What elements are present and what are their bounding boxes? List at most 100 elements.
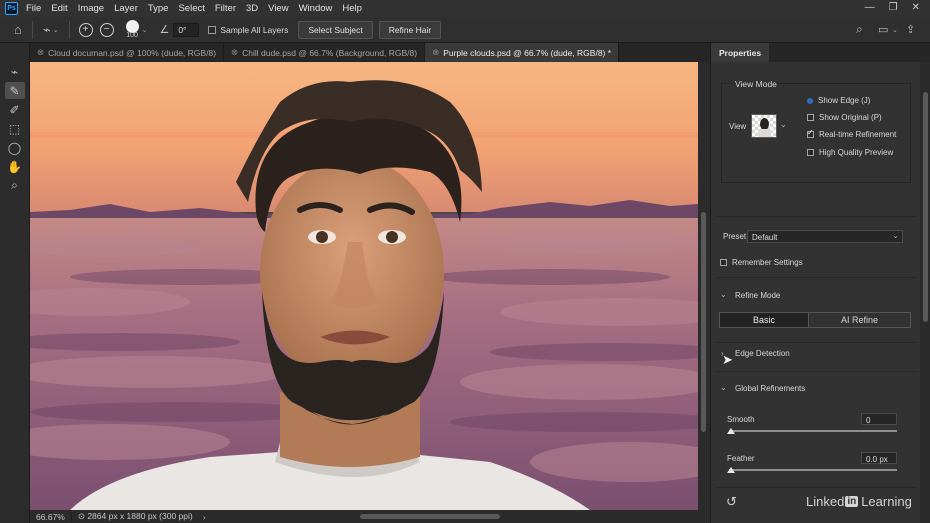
subtract-from-selection-icon[interactable]: − xyxy=(99,22,114,37)
chevron-down-icon[interactable]: ⌄ xyxy=(892,26,898,34)
menu-file[interactable]: File xyxy=(26,3,41,14)
properties-tab-row: Properties xyxy=(711,43,930,62)
properties-panel: Properties View Mode View ⌄ Show Edge (J… xyxy=(710,43,930,523)
hq-preview-option[interactable]: High Quality Preview xyxy=(807,148,893,157)
tab-properties[interactable]: Properties xyxy=(711,43,770,62)
select-subject-button[interactable]: Select Subject xyxy=(298,20,373,39)
watermark-text-linked: Linked xyxy=(806,494,845,509)
divider xyxy=(717,277,917,278)
smooth-input[interactable]: 0 xyxy=(861,413,897,425)
properties-body: View Mode View ⌄ Show Edge (J) Show Orig… xyxy=(711,62,919,523)
canvas-vertical-scrollbar[interactable] xyxy=(698,62,710,510)
menu-layer[interactable]: Layer xyxy=(114,3,138,14)
quick-selection-preset-icon[interactable]: ⌁ xyxy=(43,22,51,38)
search-icon[interactable]: ⌕ xyxy=(856,22,863,37)
chevron-down-icon[interactable]: ⌄ xyxy=(780,120,787,129)
brush-tool-icon[interactable]: ✐ xyxy=(5,101,25,118)
preset-select[interactable]: Default ⌄ xyxy=(747,230,903,243)
tab-cloud-documan[interactable]: ⊗ Cloud documan.psd @ 100% (dude, RGB/8) xyxy=(30,43,224,62)
canvas[interactable] xyxy=(30,62,698,510)
ai-refine-mode-button[interactable]: AI Refine xyxy=(808,313,910,327)
global-refinements-heading[interactable]: Global Refinements xyxy=(735,384,805,393)
tools-panel: ⌁ ✎ ✐ ⬚ ◯ ✋ ⌕ xyxy=(0,43,30,523)
realtime-refinement-label: Real-time Refinement xyxy=(819,130,897,139)
brush-size-picker[interactable]: 100 xyxy=(125,20,139,39)
properties-scrollbar[interactable] xyxy=(920,62,930,523)
basic-mode-button[interactable]: Basic xyxy=(720,313,808,327)
feather-input[interactable]: 0.0 px xyxy=(861,452,897,464)
menu-window[interactable]: Window xyxy=(299,3,333,14)
feather-slider-track[interactable] xyxy=(729,469,897,471)
hand-tool-icon[interactable]: ✋ xyxy=(5,158,25,175)
add-to-selection-icon[interactable]: + xyxy=(78,22,93,37)
show-original-label: Show Original (P) xyxy=(819,113,882,122)
realtime-refinement-checkbox[interactable] xyxy=(807,128,814,138)
chevron-down-icon[interactable]: ⌄ xyxy=(142,26,148,34)
zoom-level[interactable]: 66.67% xyxy=(30,511,72,522)
close-tab-icon[interactable]: ⊗ xyxy=(432,47,439,58)
preset-label: Preset xyxy=(723,232,747,241)
remember-settings-checkbox[interactable] xyxy=(720,259,727,266)
smooth-slider-track[interactable] xyxy=(729,430,897,432)
chevron-down-icon: ⌄ xyxy=(892,231,899,240)
tab-label: Cloud documan.psd @ 100% (dude, RGB/8) xyxy=(48,47,216,58)
home-icon[interactable]: ⌂ xyxy=(14,22,22,37)
quick-selection-tool-icon[interactable]: ⌁ xyxy=(5,63,25,80)
menu-select[interactable]: Select xyxy=(178,3,204,14)
tab-purple-clouds[interactable]: ⊗ Purple clouds.psd @ 66.7% (dude, RGB/8… xyxy=(425,43,620,62)
hq-preview-checkbox[interactable] xyxy=(807,149,814,156)
close-tab-icon[interactable]: ⊗ xyxy=(37,47,44,58)
zoom-tool-icon[interactable]: ⌕ xyxy=(5,177,25,194)
refine-mode-toggle: Basic AI Refine xyxy=(719,312,911,328)
refine-edge-brush-tool-icon[interactable]: ✎ xyxy=(4,82,25,99)
show-edge-option[interactable]: Show Edge (J) xyxy=(807,96,870,105)
close-window-icon[interactable]: ✕ xyxy=(912,2,920,13)
cursor-pointer-icon: ➤ xyxy=(722,352,733,367)
menu-filter[interactable]: Filter xyxy=(215,3,236,14)
menu-edit[interactable]: Edit xyxy=(51,3,67,14)
show-original-checkbox[interactable] xyxy=(807,114,814,121)
remember-settings-option[interactable]: Remember Settings xyxy=(720,258,803,267)
feather-slider-knob[interactable] xyxy=(727,467,735,473)
lasso-tool-icon[interactable]: ◯ xyxy=(5,139,25,156)
menu-type[interactable]: Type xyxy=(148,3,169,14)
edge-detection-heading[interactable]: Edge Detection xyxy=(735,349,790,358)
restore-icon[interactable]: ❐ xyxy=(889,2,898,13)
divider xyxy=(717,216,917,217)
object-selection-tool-icon[interactable]: ⬚ xyxy=(5,120,25,137)
options-bar: ⌂ ⌁ ⌄ + − 100 ⌄ ∠ 0° Sample All Layers S… xyxy=(0,17,930,43)
smooth-label: Smooth xyxy=(727,415,755,424)
menu-3d[interactable]: 3D xyxy=(246,3,258,14)
refine-mode-heading[interactable]: Refine Mode xyxy=(735,291,780,300)
angle-input[interactable]: 0° xyxy=(173,22,200,37)
chevron-down-icon[interactable]: ⌄ xyxy=(53,26,59,34)
reset-icon[interactable]: ↺ xyxy=(726,494,737,510)
chevron-right-icon[interactable]: › xyxy=(203,512,206,522)
tab-chill-dude[interactable]: ⊗ Chill dude.psd @ 66.7% (Background, RG… xyxy=(224,43,426,62)
minimize-icon[interactable]: — xyxy=(865,2,875,13)
document-info: ⊙ 2864 px x 1880 px (300 ppi) xyxy=(77,511,193,521)
share-icon[interactable]: ⇪ xyxy=(906,23,915,36)
window-controls: — ❐ ✕ xyxy=(865,2,920,13)
divider xyxy=(68,20,70,39)
divider xyxy=(717,487,917,488)
show-original-option[interactable]: Show Original (P) xyxy=(807,113,882,122)
canvas-image xyxy=(30,62,698,510)
linkedin-logo-icon: in xyxy=(845,496,859,507)
canvas-horizontal-scrollbar[interactable] xyxy=(360,514,500,519)
close-tab-icon[interactable]: ⊗ xyxy=(231,47,238,58)
watermark-text-learning: Learning xyxy=(861,494,912,509)
realtime-refinement-option[interactable]: Real-time Refinement xyxy=(807,128,897,139)
menu-image[interactable]: Image xyxy=(78,3,104,14)
chevron-down-icon[interactable]: ⌄ xyxy=(720,383,727,392)
preset-value: Default xyxy=(752,233,778,242)
menu-view[interactable]: View xyxy=(268,3,288,14)
chevron-down-icon[interactable]: ⌄ xyxy=(720,290,727,299)
divider xyxy=(717,342,917,343)
smooth-slider-knob[interactable] xyxy=(727,428,735,434)
workspace-icon[interactable]: ▭ xyxy=(878,23,888,36)
refine-hair-button[interactable]: Refine Hair xyxy=(378,20,442,39)
menu-help[interactable]: Help xyxy=(342,3,362,14)
sample-all-layers-checkbox[interactable] xyxy=(208,25,217,34)
view-thumbnail[interactable] xyxy=(751,114,777,138)
